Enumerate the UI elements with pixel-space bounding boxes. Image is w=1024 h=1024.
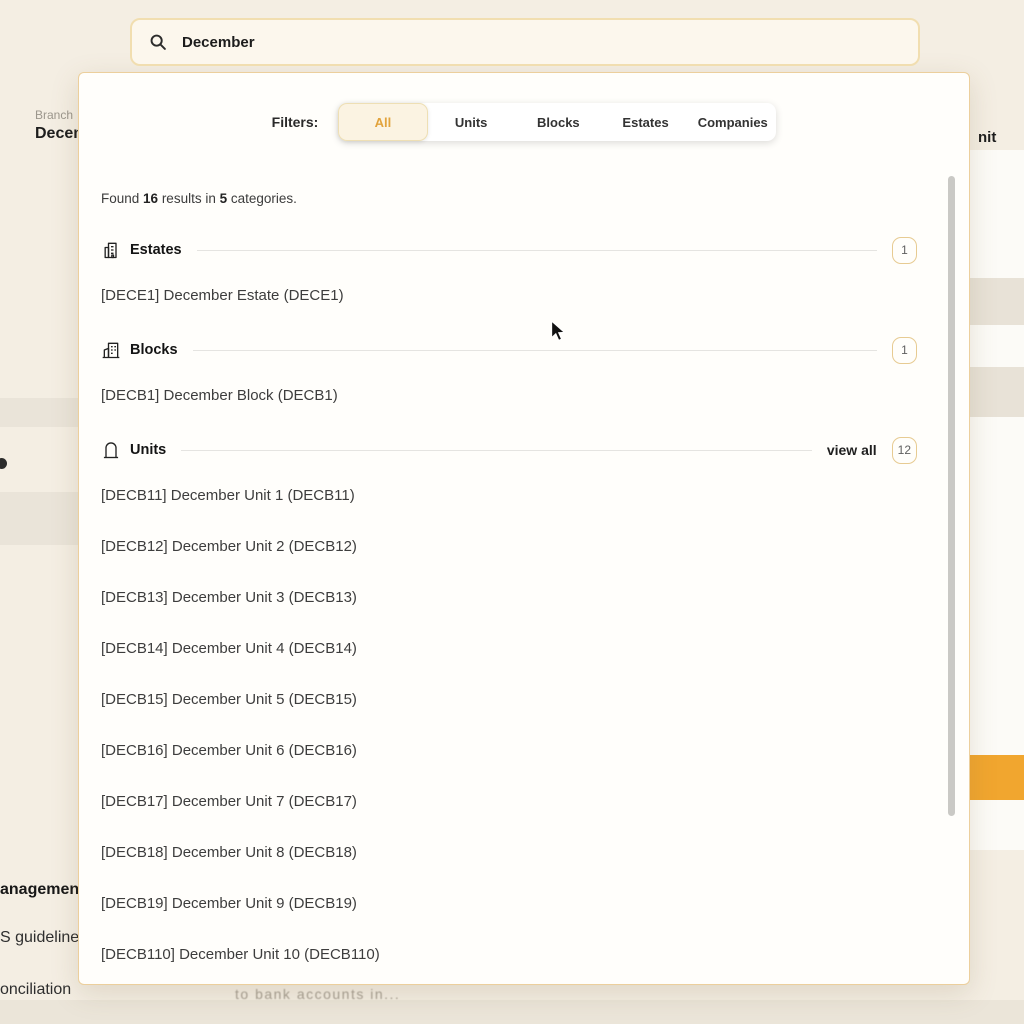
section-header-units: Units view all 12 — [101, 436, 917, 464]
background-table-row — [970, 367, 1024, 417]
background-accent-block — [970, 755, 1024, 800]
background-right-panel — [970, 150, 1024, 850]
search-results-dropdown: Filters: All Units Blocks Estates Compan… — [78, 72, 970, 985]
filter-tab-estates[interactable]: Estates — [602, 103, 689, 141]
background-table-row — [0, 398, 78, 427]
result-item-unit[interactable]: [DECB12] December Unit 2 (DECB12) — [101, 537, 917, 557]
results-summary: Found 16 results in 5 categories. — [101, 191, 969, 206]
result-item-unit[interactable]: [DECB13] December Unit 3 (DECB13) — [101, 588, 917, 608]
search-value: December — [182, 34, 255, 51]
unit-icon — [101, 440, 121, 460]
section-divider — [181, 450, 812, 451]
result-item-unit[interactable]: [DECB18] December Unit 8 (DECB18) — [101, 843, 917, 863]
result-item-unit[interactable]: [DECB16] December Unit 6 (DECB16) — [101, 741, 917, 761]
result-item-unit[interactable]: [DECB11] December Unit 1 (DECB11) — [101, 486, 917, 506]
result-item-unit[interactable]: [DECB17] December Unit 7 (DECB17) — [101, 792, 917, 812]
search-input[interactable]: December — [130, 18, 920, 66]
background-right-text-fragment: nit — [978, 129, 996, 146]
section-divider — [197, 250, 877, 251]
result-item-unit[interactable]: [DECB110] December Unit 10 (DECB110) — [101, 945, 917, 965]
section-title: Units — [130, 442, 166, 458]
result-item-block[interactable]: [DECB1] December Block (DECB1) — [101, 386, 917, 406]
section-header-blocks: Blocks 1 — [101, 336, 917, 364]
result-item-unit[interactable]: [DECB15] December Unit 5 (DECB15) — [101, 690, 917, 710]
filter-tab-all[interactable]: All — [338, 103, 427, 141]
background-faded-text: to bank accounts in... — [235, 986, 400, 1002]
estate-icon — [101, 240, 121, 260]
view-all-link[interactable]: view all — [827, 442, 877, 458]
background-table-row — [970, 278, 1024, 325]
section-count-badge: 1 — [892, 237, 917, 264]
background-branch-label: Branch — [35, 108, 73, 122]
result-item-unit[interactable]: [DECB19] December Unit 9 (DECB19) — [101, 894, 917, 914]
background-text-guidelines: S guidelines — [0, 929, 87, 947]
result-item-estate[interactable]: [DECE1] December Estate (DECE1) — [101, 286, 917, 306]
search-icon — [148, 32, 168, 52]
filters-row: Filters: All Units Blocks Estates Compan… — [79, 103, 969, 141]
section-title: Estates — [130, 242, 182, 258]
results-sections: Estates 1 [DECE1] December Estate (DECE1… — [79, 236, 969, 965]
background-bottom-strip — [0, 1000, 1024, 1024]
background-text-reconciliation: onciliation — [0, 981, 71, 999]
filters-label: Filters: — [272, 114, 319, 130]
section-count-badge: 1 — [892, 337, 917, 364]
block-icon — [101, 340, 121, 360]
results-count: 16 — [143, 191, 158, 206]
filter-tabs: All Units Blocks Estates Companies — [338, 103, 776, 141]
result-item-unit[interactable]: [DECB14] December Unit 4 (DECB14) — [101, 639, 917, 659]
background-bullet-dot — [0, 458, 7, 469]
filter-tab-companies[interactable]: Companies — [689, 103, 776, 141]
results-category-count: 5 — [220, 191, 228, 206]
section-count-badge: 12 — [892, 437, 917, 464]
filter-tab-blocks[interactable]: Blocks — [515, 103, 602, 141]
section-divider — [193, 350, 877, 351]
filter-tab-units[interactable]: Units — [428, 103, 515, 141]
section-units: Units view all 12 [DECB11] December Unit… — [101, 436, 917, 965]
background-table-row — [0, 492, 78, 545]
section-title: Blocks — [130, 342, 178, 358]
section-estates: Estates 1 [DECE1] December Estate (DECE1… — [101, 236, 917, 306]
section-header-estates: Estates 1 — [101, 236, 917, 264]
background-text-management: anagement — [0, 881, 84, 899]
scrollbar-thumb[interactable] — [948, 176, 955, 816]
section-blocks: Blocks 1 [DECB1] December Block (DECB1) — [101, 336, 917, 406]
